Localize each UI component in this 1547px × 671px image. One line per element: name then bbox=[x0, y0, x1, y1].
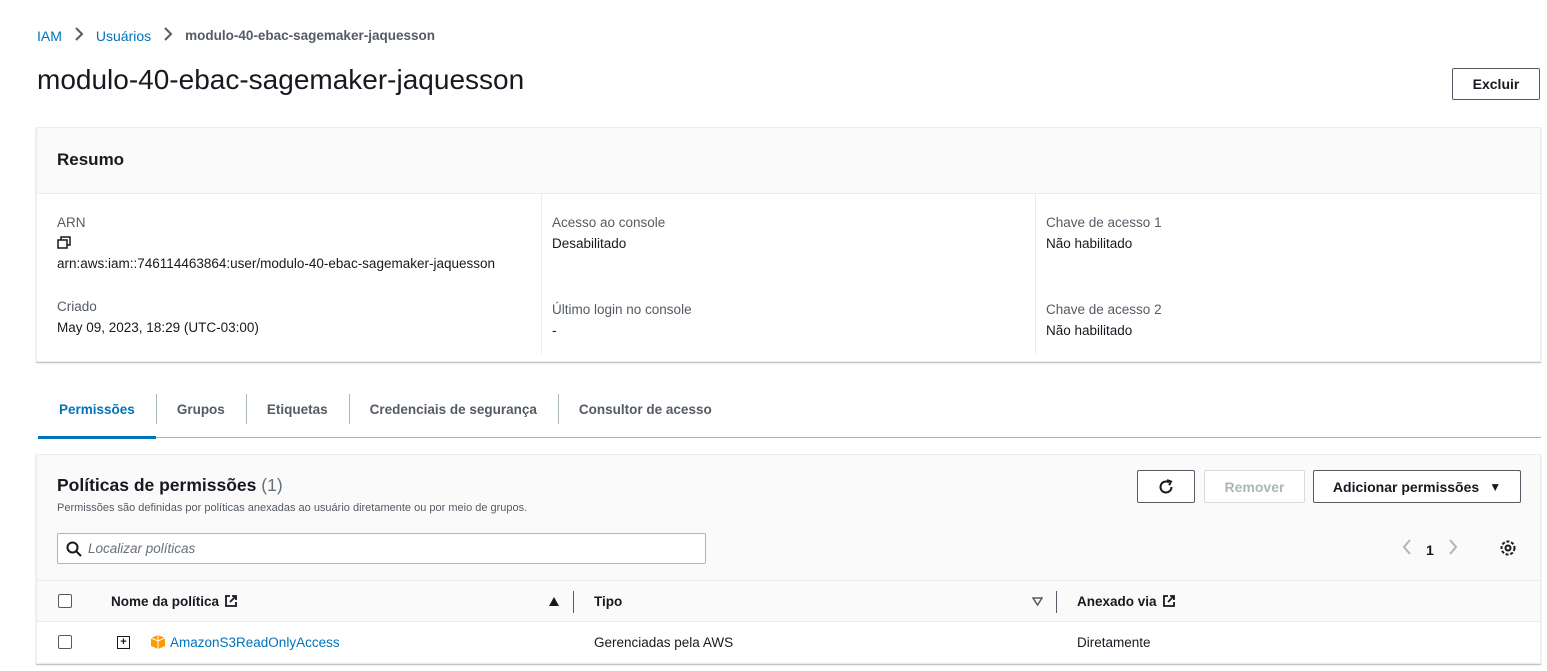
access-key-1-label: Chave de acesso 1 bbox=[1046, 215, 1162, 230]
delete-button[interactable]: Excluir bbox=[1452, 68, 1540, 100]
column-attached-label: Anexado via bbox=[1077, 593, 1157, 609]
page-number[interactable]: 1 bbox=[1426, 542, 1434, 558]
tab-bar: Permissões Grupos Etiquetas Credenciais … bbox=[38, 388, 1541, 439]
breadcrumb: IAM Usuários modulo-40-ebac-sagemaker-ja… bbox=[37, 27, 435, 44]
policies-title-text: Políticas de permissões bbox=[57, 475, 257, 495]
column-header-attached[interactable]: Anexado via bbox=[1077, 581, 1176, 621]
column-header-type[interactable]: Tipo bbox=[594, 581, 622, 621]
managed-policy-icon bbox=[150, 635, 166, 649]
policies-table: Nome da política Tipo Anexado via + Amaz… bbox=[37, 580, 1540, 662]
summary-header: Resumo bbox=[37, 128, 1540, 194]
last-login-value: - bbox=[552, 323, 557, 338]
row-checkbox[interactable] bbox=[58, 622, 72, 662]
search-input[interactable] bbox=[88, 541, 688, 556]
refresh-button[interactable] bbox=[1137, 470, 1195, 503]
access-key-2-label: Chave de acesso 2 bbox=[1046, 302, 1162, 317]
external-link-icon bbox=[225, 595, 237, 607]
policy-name-link[interactable]: AmazonS3ReadOnlyAccess bbox=[170, 635, 340, 650]
chevron-right-icon bbox=[163, 27, 173, 44]
policies-description: Permissões são definidas por políticas a… bbox=[57, 502, 528, 514]
search-icon bbox=[66, 541, 82, 557]
gear-icon[interactable] bbox=[1499, 539, 1517, 557]
policies-title: Políticas de permissões (1) bbox=[57, 475, 283, 496]
arn-value: arn:aws:iam::746114463864:user/modulo-40… bbox=[57, 256, 496, 271]
expand-row-button[interactable]: + bbox=[117, 622, 130, 662]
permission-policies-panel: Políticas de permissões (1) Permissões s… bbox=[36, 454, 1541, 664]
sort-icon[interactable] bbox=[1032, 581, 1043, 621]
chevron-right-icon bbox=[74, 27, 84, 44]
summary-column-2: Acesso ao console Desabilitado Último lo… bbox=[541, 194, 1035, 354]
breadcrumb-users[interactable]: Usuários bbox=[96, 28, 151, 44]
table-row: + AmazonS3ReadOnlyAccess Gerenciadas pel… bbox=[37, 622, 1540, 662]
access-key-2-value: Não habilitado bbox=[1046, 323, 1133, 338]
chevron-left-icon[interactable] bbox=[1402, 539, 1412, 560]
breadcrumb-current: modulo-40-ebac-sagemaker-jaquesson bbox=[185, 28, 435, 43]
policy-type: Gerenciadas pela AWS bbox=[594, 634, 734, 650]
created-label: Criado bbox=[57, 299, 97, 314]
console-access-label: Acesso ao console bbox=[552, 215, 666, 230]
arn-label: ARN bbox=[57, 215, 86, 230]
column-divider[interactable] bbox=[573, 591, 574, 613]
tab-permissions[interactable]: Permissões bbox=[38, 388, 156, 439]
tab-security-credentials[interactable]: Credenciais de segurança bbox=[348, 388, 558, 430]
summary-panel: Resumo ARN arn:aws:iam::746114463864:use… bbox=[36, 127, 1541, 362]
table-header: Nome da política Tipo Anexado via bbox=[37, 580, 1540, 622]
add-permissions-label: Adicionar permissões bbox=[1332, 478, 1480, 495]
console-access-value: Desabilitado bbox=[552, 236, 627, 251]
summary-column-1: ARN arn:aws:iam::746114463864:user/modul… bbox=[37, 194, 531, 354]
tab-tags[interactable]: Etiquetas bbox=[245, 388, 349, 430]
column-header-name[interactable]: Nome da política bbox=[111, 581, 238, 621]
search-field bbox=[57, 533, 706, 564]
select-all-checkbox[interactable] bbox=[58, 581, 72, 621]
copy-icon[interactable] bbox=[57, 236, 71, 250]
column-name-label: Nome da política bbox=[111, 593, 220, 609]
breadcrumb-iam[interactable]: IAM bbox=[37, 28, 62, 44]
tab-groups[interactable]: Grupos bbox=[155, 388, 246, 430]
tab-access-advisor[interactable]: Consultor de acesso bbox=[557, 388, 733, 430]
page-title: modulo-40-ebac-sagemaker-jaquesson bbox=[37, 64, 525, 95]
refresh-icon bbox=[1159, 478, 1173, 493]
last-login-label: Último login no console bbox=[552, 302, 692, 317]
created-value: May 09, 2023, 18:29 (UTC-03:00) bbox=[57, 320, 259, 335]
column-divider[interactable] bbox=[1056, 591, 1057, 613]
caret-down-icon: ▼ bbox=[1489, 479, 1502, 494]
policies-count: (1) bbox=[261, 475, 283, 495]
external-link-icon bbox=[1162, 595, 1175, 607]
pagination: 1 bbox=[1402, 539, 1458, 560]
add-permissions-button[interactable]: Adicionar permissões ▼ bbox=[1313, 470, 1521, 503]
summary-column-3: Chave de acesso 1 Não habilitado Chave d… bbox=[1035, 194, 1529, 354]
access-key-1-value: Não habilitado bbox=[1046, 236, 1133, 251]
chevron-right-icon[interactable] bbox=[1448, 539, 1458, 560]
policy-attached-via: Diretamente bbox=[1077, 634, 1151, 650]
policy-name-cell: AmazonS3ReadOnlyAccess bbox=[150, 622, 340, 662]
sort-ascending-icon[interactable] bbox=[549, 581, 559, 621]
remove-button[interactable]: Remover bbox=[1204, 470, 1305, 503]
